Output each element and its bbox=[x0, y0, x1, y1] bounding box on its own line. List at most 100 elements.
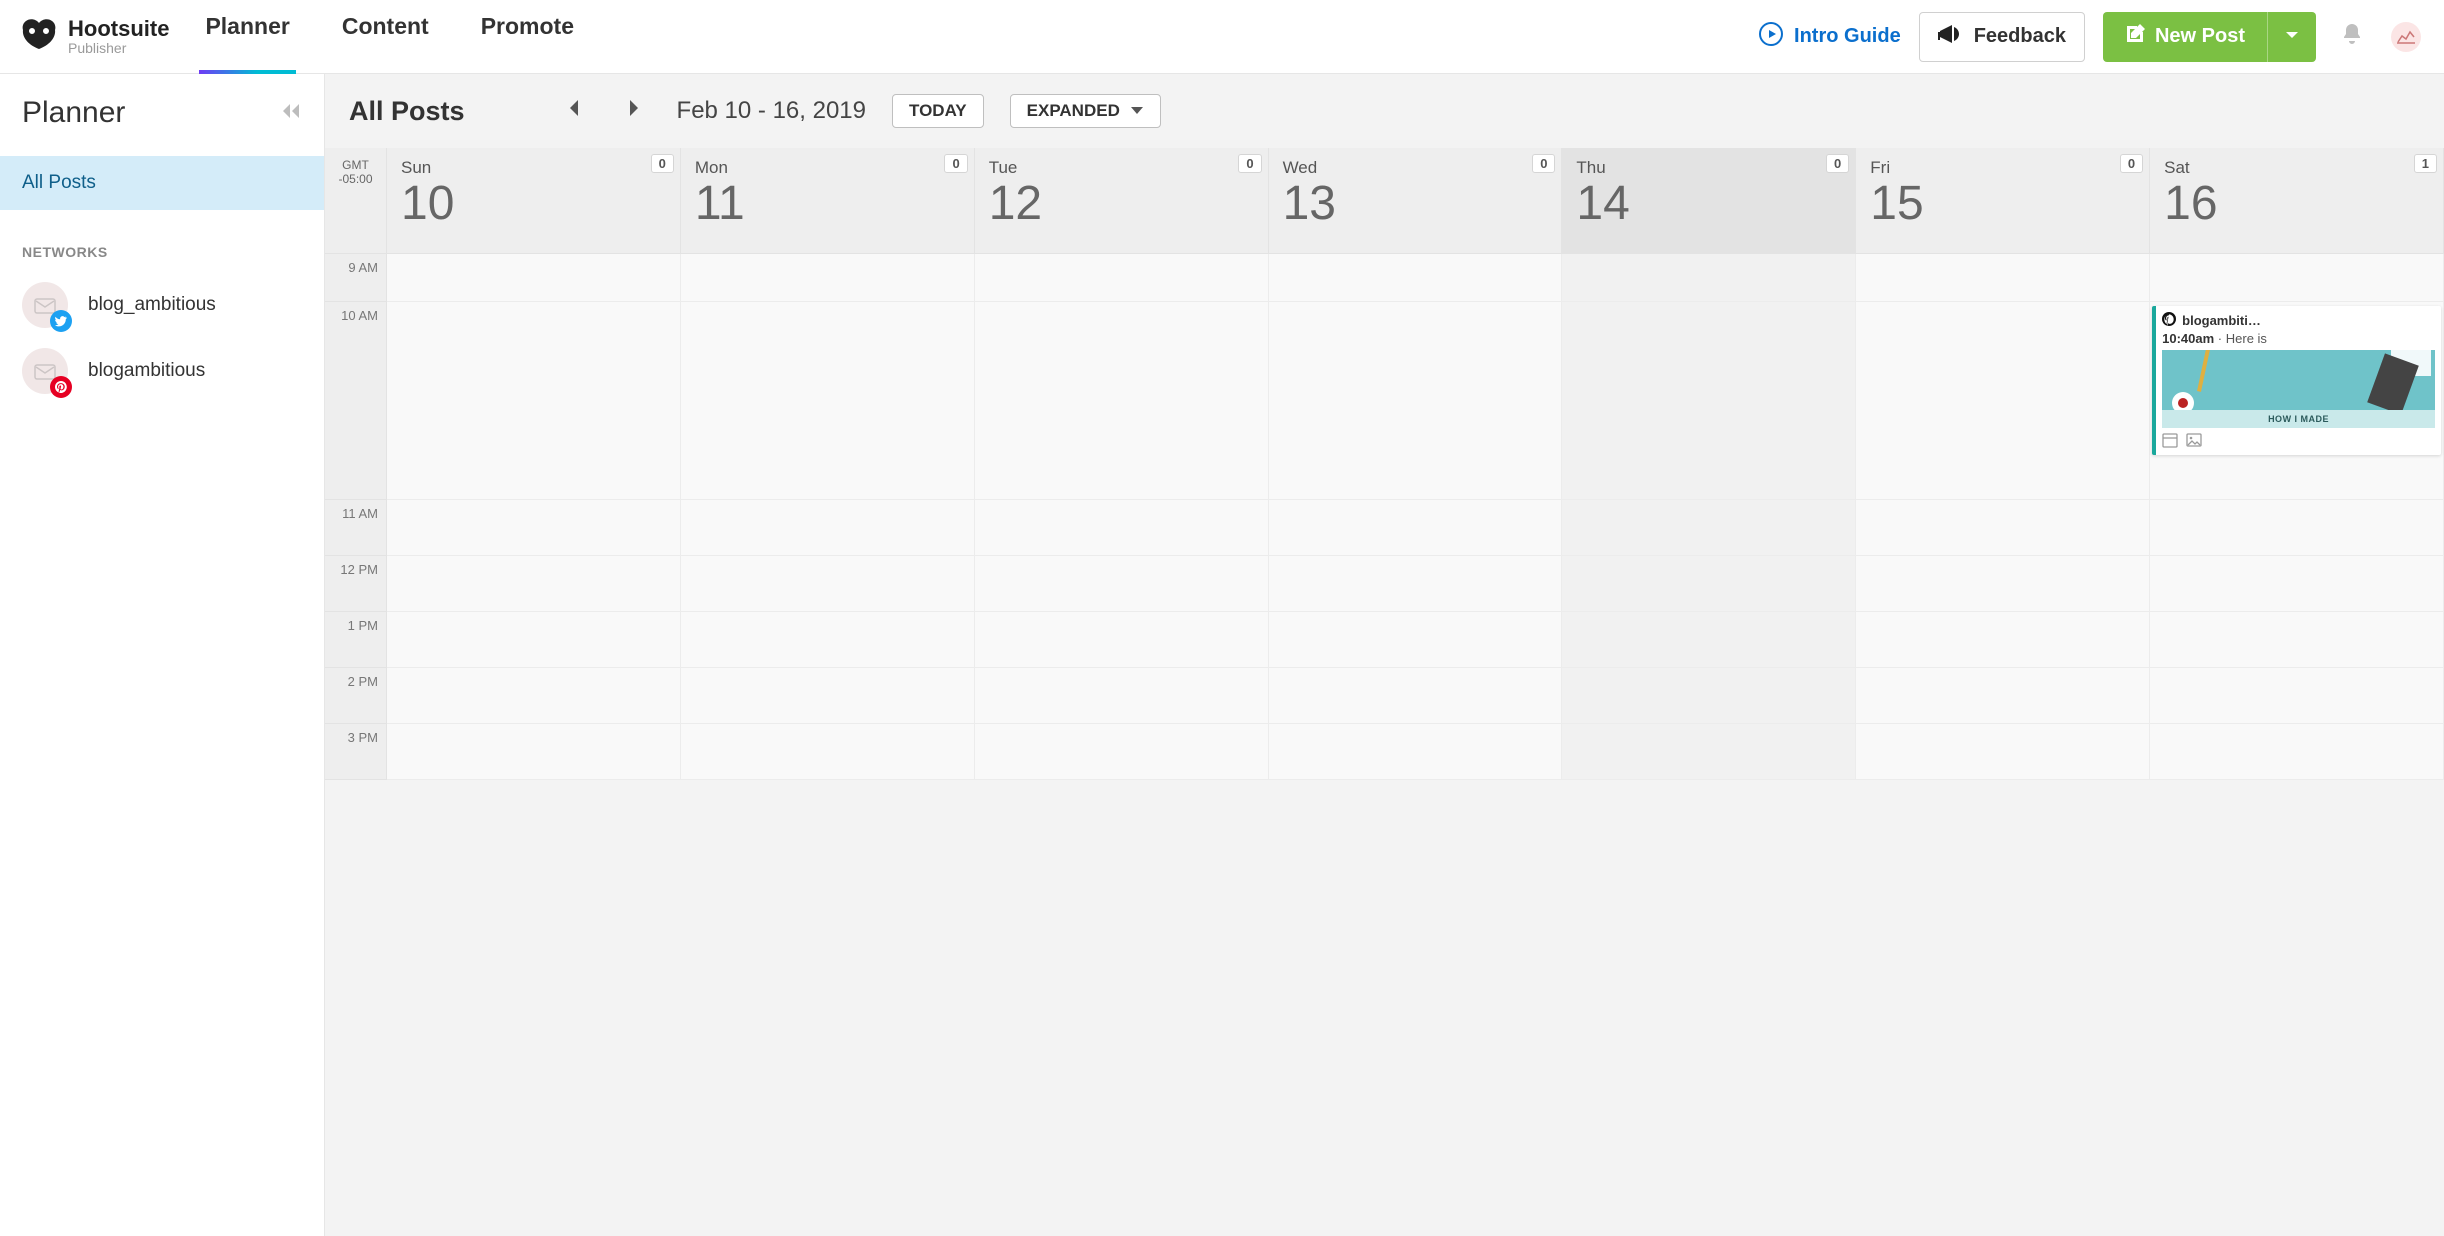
calendar-slot[interactable] bbox=[1269, 724, 1563, 780]
calendar-slot[interactable] bbox=[1856, 556, 2150, 612]
day-post-count: 0 bbox=[651, 154, 674, 173]
intro-guide-link[interactable]: Intro Guide bbox=[1758, 21, 1901, 53]
day-header[interactable]: 0Tue12 bbox=[975, 148, 1269, 254]
new-post-button[interactable]: New Post bbox=[2103, 12, 2267, 62]
analytics-button[interactable] bbox=[2388, 19, 2424, 55]
new-post-dropdown[interactable] bbox=[2267, 12, 2316, 62]
content-title: All Posts bbox=[349, 96, 465, 127]
calendar-slot[interactable] bbox=[1269, 612, 1563, 668]
calendar-slot[interactable] bbox=[2150, 556, 2444, 612]
post-thumbnail: HOW I MADE bbox=[2162, 350, 2435, 428]
calendar-slot[interactable]: blogambiti…10:40am · Here isHOW I MADE bbox=[2150, 302, 2444, 500]
calendar-slot[interactable] bbox=[1269, 302, 1563, 500]
calendar-slot[interactable] bbox=[1269, 500, 1563, 556]
calendar-slot[interactable] bbox=[681, 254, 975, 302]
calendar-slot[interactable] bbox=[1562, 724, 1856, 780]
calendar-slot[interactable] bbox=[975, 500, 1269, 556]
brand-sub: Publisher bbox=[68, 41, 169, 56]
analytics-icon bbox=[2391, 22, 2421, 52]
calendar-slot[interactable] bbox=[1562, 668, 1856, 724]
day-header[interactable]: 0Thu14 bbox=[1562, 148, 1856, 254]
time-label: 11 AM bbox=[325, 500, 387, 556]
calendar-slot[interactable] bbox=[1856, 500, 2150, 556]
calendar-slot[interactable] bbox=[975, 612, 1269, 668]
calendar-slot[interactable] bbox=[2150, 724, 2444, 780]
calendar-slot[interactable] bbox=[2150, 500, 2444, 556]
nav-content[interactable]: Content bbox=[336, 0, 435, 73]
calendar-slot[interactable] bbox=[2150, 668, 2444, 724]
calendar-slot[interactable] bbox=[1562, 556, 1856, 612]
calendar-slot[interactable] bbox=[387, 254, 681, 302]
calendar-slot[interactable] bbox=[975, 556, 1269, 612]
sidebar-title: Planner bbox=[22, 96, 125, 130]
calendar-slot[interactable] bbox=[1269, 254, 1563, 302]
pinterest-badge-icon bbox=[50, 376, 72, 398]
calendar-slot[interactable] bbox=[975, 668, 1269, 724]
day-header[interactable]: 0Sun10 bbox=[387, 148, 681, 254]
calendar-slot[interactable] bbox=[2150, 254, 2444, 302]
calendar-slot[interactable] bbox=[387, 556, 681, 612]
chevron-right-icon bbox=[627, 98, 641, 124]
post-meta: 10:40am · Here is bbox=[2162, 331, 2435, 346]
chevron-double-left-icon bbox=[280, 107, 302, 124]
image-icon bbox=[2186, 432, 2202, 451]
day-post-count: 1 bbox=[2414, 154, 2437, 173]
top-actions: Intro Guide Feedback New Post bbox=[1758, 12, 2424, 62]
day-header[interactable]: 1Sat16 bbox=[2150, 148, 2444, 254]
calendar-slot[interactable] bbox=[2150, 612, 2444, 668]
calendar-slot[interactable] bbox=[681, 724, 975, 780]
calendar-slot[interactable] bbox=[1562, 302, 1856, 500]
calendar-slot[interactable] bbox=[1856, 724, 2150, 780]
calendar-slot[interactable] bbox=[681, 556, 975, 612]
network-item[interactable]: blogambitious bbox=[0, 338, 324, 404]
view-mode-dropdown[interactable]: EXPANDED bbox=[1010, 94, 1161, 128]
collapse-sidebar-button[interactable] bbox=[280, 102, 302, 125]
day-header[interactable]: 0Wed13 bbox=[1269, 148, 1563, 254]
chevron-down-icon bbox=[2284, 27, 2300, 46]
calendar-slot[interactable] bbox=[387, 500, 681, 556]
next-week-button[interactable] bbox=[617, 94, 651, 128]
scheduled-post-card[interactable]: blogambiti…10:40am · Here isHOW I MADE bbox=[2152, 306, 2441, 455]
calendar-slot[interactable] bbox=[681, 302, 975, 500]
calendar-slot[interactable] bbox=[975, 254, 1269, 302]
calendar-slot[interactable] bbox=[681, 612, 975, 668]
day-number: 14 bbox=[1576, 180, 1841, 228]
calendar[interactable]: GMT-05:000Sun100Mon110Tue120Wed130Thu140… bbox=[325, 148, 2444, 1236]
day-header[interactable]: 0Mon11 bbox=[681, 148, 975, 254]
calendar-slot[interactable] bbox=[1562, 500, 1856, 556]
sidebar: Planner All Posts NETWORKS blog_ambitiou… bbox=[0, 74, 325, 1236]
calendar-slot[interactable] bbox=[1856, 668, 2150, 724]
calendar-slot[interactable] bbox=[387, 668, 681, 724]
main: Planner All Posts NETWORKS blog_ambitiou… bbox=[0, 74, 2444, 1236]
calendar-slot[interactable] bbox=[1856, 254, 2150, 302]
calendar-slot[interactable] bbox=[1856, 612, 2150, 668]
day-post-count: 0 bbox=[1532, 154, 1555, 173]
calendar-slot[interactable] bbox=[975, 302, 1269, 500]
topbar: Hootsuite Publisher Planner Content Prom… bbox=[0, 0, 2444, 74]
prev-week-button[interactable] bbox=[557, 94, 591, 128]
nav-promote[interactable]: Promote bbox=[475, 0, 580, 73]
calendar-slot[interactable] bbox=[681, 668, 975, 724]
sidebar-item-all-posts[interactable]: All Posts bbox=[0, 156, 324, 210]
today-button[interactable]: TODAY bbox=[892, 94, 984, 128]
network-item[interactable]: blog_ambitious bbox=[0, 272, 324, 338]
calendar-slot[interactable] bbox=[1856, 302, 2150, 500]
calendar-slot[interactable] bbox=[1269, 668, 1563, 724]
megaphone-icon bbox=[1938, 23, 1962, 51]
date-range: Feb 10 - 16, 2019 bbox=[677, 97, 866, 125]
calendar-slot[interactable] bbox=[975, 724, 1269, 780]
calendar-slot[interactable] bbox=[1562, 612, 1856, 668]
twitter-badge-icon bbox=[50, 310, 72, 332]
calendar-slot[interactable] bbox=[387, 612, 681, 668]
calendar-slot[interactable] bbox=[681, 500, 975, 556]
nav-planner[interactable]: Planner bbox=[199, 0, 295, 73]
new-post-label: New Post bbox=[2155, 25, 2245, 48]
day-header[interactable]: 0Fri15 bbox=[1856, 148, 2150, 254]
notifications-button[interactable] bbox=[2334, 19, 2370, 55]
sidebar-section-networks: NETWORKS bbox=[0, 210, 324, 272]
feedback-button[interactable]: Feedback bbox=[1919, 12, 2085, 62]
calendar-slot[interactable] bbox=[387, 724, 681, 780]
calendar-slot[interactable] bbox=[1562, 254, 1856, 302]
calendar-slot[interactable] bbox=[1269, 556, 1563, 612]
calendar-slot[interactable] bbox=[387, 302, 681, 500]
